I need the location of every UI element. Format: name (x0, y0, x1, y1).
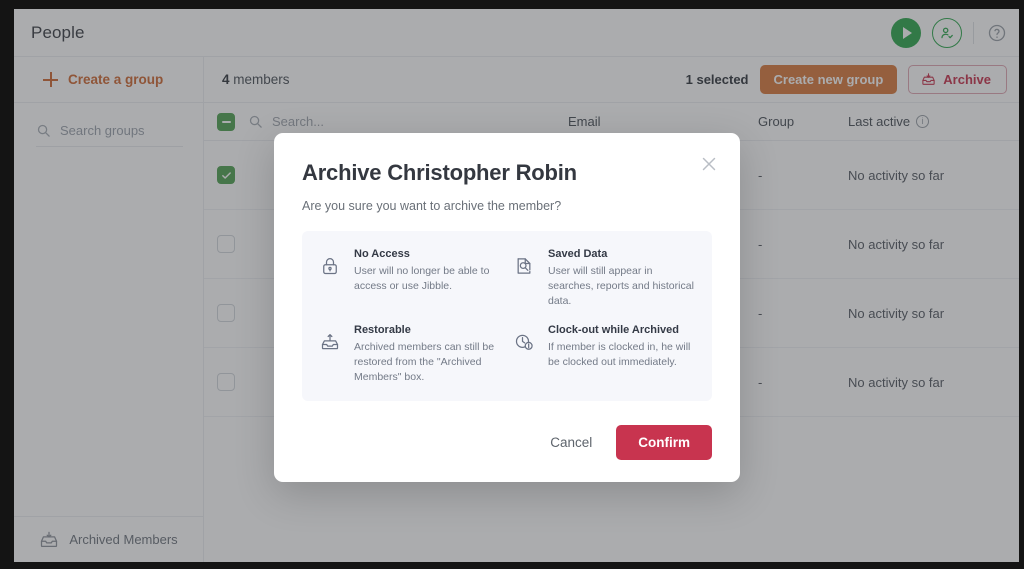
info-item-title: Clock-out while Archived (548, 324, 694, 336)
info-item-restorable: Restorable Archived members can still be… (320, 324, 500, 386)
info-item-no-access: No Access User will no longer be able to… (320, 248, 500, 310)
info-item-clock-out: Clock-out while Archived If member is cl… (514, 324, 694, 386)
info-item-title: Restorable (354, 324, 500, 336)
info-item-title: Saved Data (548, 248, 694, 260)
restore-upload-icon (320, 324, 342, 386)
document-search-icon (514, 248, 536, 310)
lock-icon (320, 248, 342, 310)
confirm-button[interactable]: Confirm (616, 425, 712, 460)
info-item-saved-data: Saved Data User will still appear in sea… (514, 248, 694, 310)
dialog-subtitle: Are you sure you want to archive the mem… (302, 199, 712, 213)
info-item-title: No Access (354, 248, 500, 260)
device-frame: People (0, 0, 1024, 569)
cancel-button[interactable]: Cancel (544, 427, 598, 458)
dialog-title: Archive Christopher Robin (302, 160, 712, 186)
info-item-desc: User will no longer be able to access or… (354, 264, 500, 294)
archive-info-box: No Access User will no longer be able to… (302, 231, 712, 401)
info-item-desc: If member is clocked in, he will be cloc… (548, 340, 694, 370)
dialog-actions: Cancel Confirm (302, 425, 712, 460)
info-item-desc: User will still appear in searches, repo… (548, 264, 694, 310)
close-icon[interactable] (698, 153, 720, 175)
archive-confirm-dialog: Archive Christopher Robin Are you sure y… (274, 133, 740, 482)
info-item-desc: Archived members can still be restored f… (354, 340, 500, 386)
clock-out-icon (514, 324, 536, 386)
app-viewport: People (14, 9, 1019, 562)
